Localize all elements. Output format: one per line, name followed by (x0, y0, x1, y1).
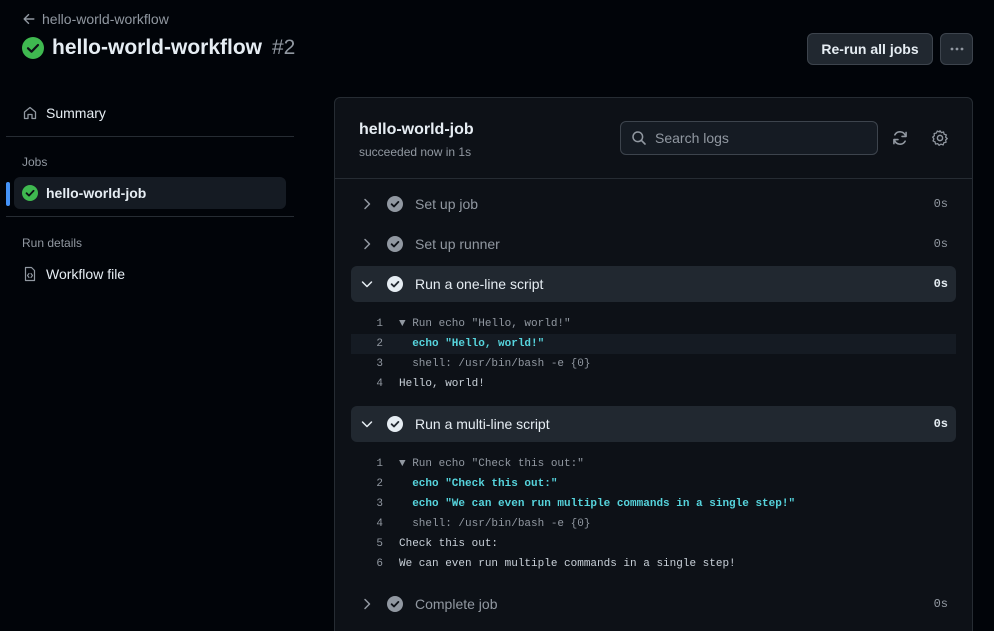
search-logs-field[interactable] (620, 121, 878, 155)
arrow-left-icon (23, 13, 35, 25)
log-line-text: Hello, world! (399, 378, 485, 390)
step-label: Complete job (415, 596, 498, 612)
step-run-one-line-script[interactable]: Run a one-line script 0s (351, 266, 956, 302)
log-line[interactable]: 2 echo "Hello, world!" (351, 334, 956, 354)
log-line-text: echo "We can even run multiple commands … (399, 498, 796, 510)
step-success-icon (387, 196, 403, 212)
step-set-up-runner[interactable]: Set up runner 0s (351, 226, 956, 262)
step-duration: 0s (933, 197, 948, 211)
sidebar-item-label: Summary (46, 105, 106, 121)
run-number: #2 (272, 36, 296, 59)
log-line[interactable]: 5 Check this out: (351, 534, 956, 554)
step-duration: 0s (933, 237, 948, 251)
chevron-right-icon (364, 238, 371, 250)
log-line[interactable]: 3 shell: /usr/bin/bash -e {0} (351, 354, 956, 374)
log-line-number: 3 (376, 498, 383, 510)
job-status-text: succeeded now in 1s (359, 145, 472, 159)
job-log-panel: hello-world-job succeeded now in 1s Set … (334, 97, 973, 631)
chevron-down-icon (361, 421, 373, 428)
sidebar-item-label: hello-world-job (46, 185, 147, 201)
log-line-text: ▼ Run echo "Check this out:" (399, 458, 584, 470)
step-success-icon (387, 276, 403, 292)
log-line-text: echo "Check this out:" (399, 478, 558, 490)
sidebar-item-workflow-file[interactable]: Workflow file (14, 258, 286, 290)
log-line-number: 1 (376, 458, 383, 470)
sidebar-heading-jobs: Jobs (22, 155, 48, 169)
kebab-horizontal-icon (950, 47, 963, 51)
gear-icon[interactable] (931, 129, 949, 147)
step-duration: 0s (933, 597, 948, 611)
step-label: Set up job (415, 196, 479, 212)
log-line-text: shell: /usr/bin/bash -e {0} (399, 358, 591, 370)
step-complete-job[interactable]: Complete job 0s (351, 586, 956, 622)
log-line-number: 6 (376, 558, 383, 570)
step-success-icon (387, 236, 403, 252)
log-line-text: We can even run multiple commands in a s… (399, 558, 736, 570)
step-set-up-job[interactable]: Set up job 0s (351, 186, 956, 222)
search-logs-input[interactable] (655, 130, 855, 146)
back-link-label: hello-world-workflow (42, 11, 169, 27)
sidebar-item-job[interactable]: hello-world-job (14, 177, 286, 209)
log-line-text: ▼ Run echo "Hello, world!" (399, 318, 571, 330)
log-line-number: 4 (376, 518, 383, 530)
active-indicator (6, 182, 10, 206)
step-success-icon (387, 596, 403, 612)
job-title: hello-world-job (359, 121, 474, 138)
home-icon (23, 106, 37, 120)
chevron-down-icon (361, 281, 373, 288)
step-run-multi-line-script[interactable]: Run a multi-line script 0s (351, 406, 956, 442)
chevron-right-icon (364, 598, 371, 610)
step-label: Run a multi-line script (415, 416, 550, 432)
run-title-row: hello-world-workflow #2 (22, 36, 295, 60)
chevron-right-icon (364, 198, 371, 210)
sidebar-heading-run-details: Run details (22, 236, 83, 250)
log-line[interactable]: 2 echo "Check this out:" (351, 474, 956, 494)
log-line-number: 3 (376, 358, 383, 370)
success-check-icon (22, 37, 44, 59)
log-line[interactable]: 1 ▼ Run echo "Hello, world!" (351, 314, 956, 334)
log-line[interactable]: 1 ▼ Run echo "Check this out:" (351, 454, 956, 474)
step-duration: 0s (933, 277, 948, 291)
search-icon (632, 131, 646, 145)
log-line[interactable]: 4 shell: /usr/bin/bash -e {0} (351, 514, 956, 534)
sidebar-divider (6, 216, 294, 217)
log-line-number: 2 (376, 478, 383, 490)
sidebar-item-label: Workflow file (46, 266, 126, 282)
step-duration: 0s (933, 417, 948, 431)
log-line-number: 4 (376, 378, 383, 390)
sidebar-item-summary[interactable]: Summary (14, 97, 286, 129)
log-line[interactable]: 4 Hello, world! (351, 374, 956, 394)
log-line-text: Check this out: (399, 538, 499, 550)
log-line-number: 2 (376, 338, 383, 350)
log-line[interactable]: 6 We can even run multiple commands in a … (351, 554, 956, 574)
sidebar-divider (6, 136, 294, 137)
log-line[interactable]: 3 echo "We can even run multiple command… (351, 494, 956, 514)
job-header: hello-world-job succeeded now in 1s (335, 98, 972, 179)
file-code-icon (24, 266, 36, 282)
more-options-button[interactable] (940, 33, 973, 65)
step-label: Run a one-line script (415, 276, 544, 292)
step-label: Set up runner (415, 236, 500, 252)
sync-icon[interactable] (891, 129, 909, 147)
page-title: hello-world-workflow (52, 36, 262, 59)
log-line-number: 5 (376, 538, 383, 550)
log-line-text: echo "Hello, world!" (399, 338, 545, 350)
rerun-all-jobs-button[interactable]: Re-run all jobs (807, 33, 933, 65)
back-link[interactable]: hello-world-workflow (22, 11, 169, 27)
step-success-icon (387, 416, 403, 432)
log-line-text: shell: /usr/bin/bash -e {0} (399, 518, 591, 530)
success-check-icon (22, 185, 38, 201)
log-line-number: 1 (376, 318, 383, 330)
